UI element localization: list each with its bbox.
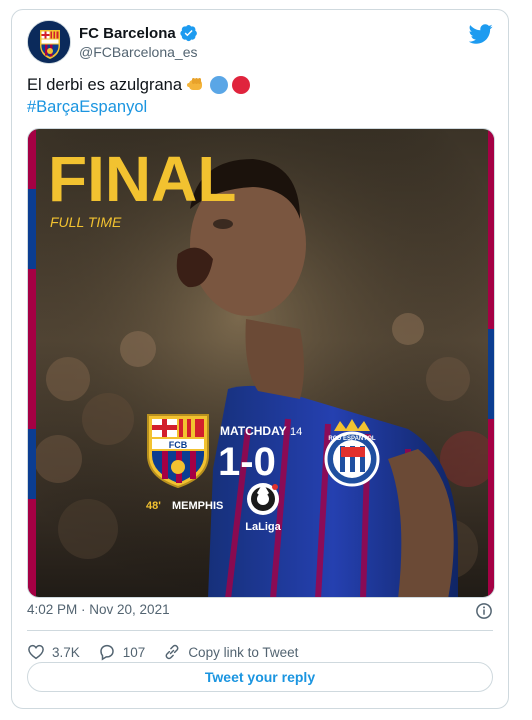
scorer-minute: 48' [146,500,161,512]
full-time-label: FULL TIME [50,214,122,230]
home-crest-label: FCB [169,440,188,450]
tweet-body: El derbi es azulgrana [27,76,183,94]
copy-link-button[interactable]: Copy link to Tweet [163,643,298,661]
tweet-timestamp[interactable]: 4:02 PM · Nov 20, 2021 [27,602,170,617]
laliga-logo-icon [247,483,279,515]
score: 1-0 [218,440,276,484]
heart-icon [28,644,44,660]
blue-circle-emoji-icon [210,76,229,94]
tweet-text-line: El derbi es azulgrana [27,74,493,96]
matchday-number: 14 [290,426,302,438]
like-count: 3.7K [52,644,80,660]
matchday-label: MATCHDAY [220,424,287,438]
twitter-bird-icon[interactable] [469,22,493,46]
reply-button[interactable]: 107 [98,643,146,661]
fist-emoji-icon [187,78,203,90]
tweet-card: FC Barcelona @FCBarcelona_es El derbi es… [11,9,509,709]
name-row: FC Barcelona [79,24,198,42]
match-result-graphic: FINAL FULL TIME FCB 48' MEMPHIS MATCHDAY… [28,129,494,597]
red-circle-emoji-icon [232,76,251,94]
fcb-crest-icon [28,21,70,63]
league-label: LaLiga [245,521,281,533]
reply-count: 107 [122,644,146,660]
tweet-your-reply-button[interactable]: Tweet your reply [27,662,493,692]
reply-bubble-icon [100,644,114,661]
divider [27,630,493,631]
tweet-text: El derbi es azulgrana #BarçaEspanyol [27,74,493,118]
home-crest-icon: FCB [147,414,209,489]
account-handle[interactable]: @FCBarcelona_es [79,44,198,60]
like-button[interactable]: 3.7K [27,643,80,661]
media-image[interactable]: FINAL FULL TIME FCB 48' MEMPHIS MATCHDAY… [27,128,495,598]
final-headline: FINAL [48,143,236,215]
account-name[interactable]: FC Barcelona [79,25,176,42]
tweet-hashtag-line: #BarçaEspanyol [27,96,493,118]
away-crest-label: RCD ESPANYOL [328,436,376,442]
avatar[interactable] [27,20,71,64]
tweet-header: FC Barcelona @FCBarcelona_es [27,20,493,64]
verified-badge-icon [180,24,197,42]
scorer-name: MEMPHIS [172,500,223,512]
copy-link-label: Copy link to Tweet [188,644,299,660]
info-icon[interactable] [475,602,493,620]
link-icon [165,644,179,660]
hashtag-link[interactable]: #BarçaEspanyol [27,96,147,118]
